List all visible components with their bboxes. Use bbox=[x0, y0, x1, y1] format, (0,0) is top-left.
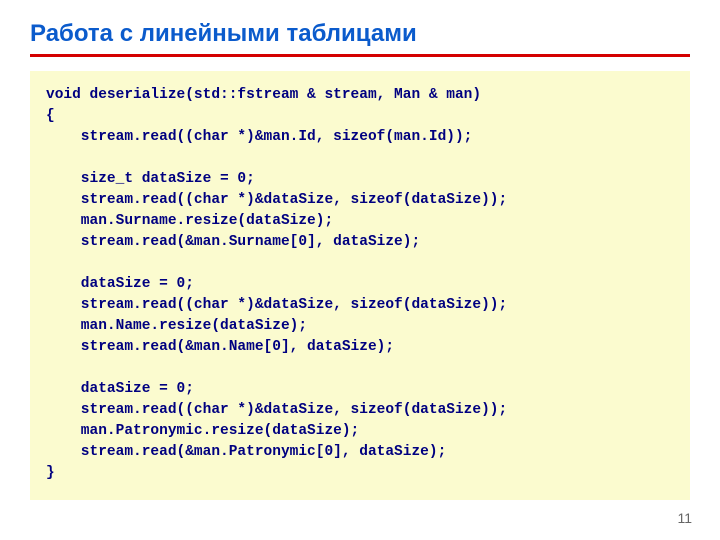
slide-title: Работа с линейными таблицами bbox=[30, 20, 690, 48]
page-number: 11 bbox=[677, 510, 692, 526]
code-content: void deserialize(std::fstream & stream, … bbox=[46, 85, 674, 484]
title-underline bbox=[30, 54, 690, 57]
code-block: void deserialize(std::fstream & stream, … bbox=[30, 71, 690, 500]
slide: Работа с линейными таблицами void deseri… bbox=[0, 0, 720, 540]
